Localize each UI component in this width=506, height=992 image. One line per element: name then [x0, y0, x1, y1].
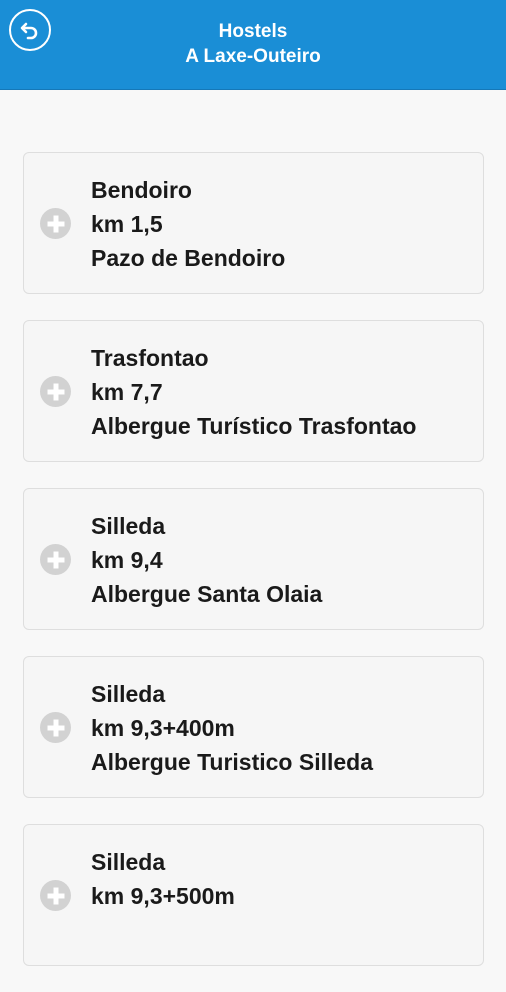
hostel-place: Trasfontao [91, 345, 209, 371]
hostel-name: Albergue Turistico Silleda [91, 749, 374, 775]
hostel-place: Silleda [91, 849, 166, 875]
hostel-km: km 7,7 [91, 379, 163, 405]
hostel-name: Pazo de Bendoiro [91, 245, 286, 271]
expand-plus-icon[interactable] [40, 712, 71, 743]
hostel-km: km 9,3+500m [91, 883, 235, 909]
hostel-card[interactable]: Silleda km 9,3+500m [23, 824, 484, 966]
back-arrow-icon [20, 22, 38, 40]
hostel-card[interactable]: Bendoiro km 1,5 Pazo de Bendoiro [23, 152, 484, 294]
hostel-place: Silleda [91, 681, 166, 707]
hostel-place: Silleda [91, 513, 166, 539]
hostel-list: Bendoiro km 1,5 Pazo de Bendoiro Trasfon… [23, 152, 484, 992]
back-button[interactable] [9, 9, 51, 51]
page-title: Hostels A Laxe-Outeiro [60, 19, 446, 69]
app-header: Hostels A Laxe-Outeiro [0, 0, 506, 90]
hostel-card[interactable]: Silleda km 9,4 Albergue Santa Olaia [23, 488, 484, 630]
hostel-name: Albergue Santa Olaia [91, 581, 323, 607]
hostel-place: Bendoiro [91, 177, 192, 203]
hostel-km: km 1,5 [91, 211, 163, 237]
expand-plus-icon[interactable] [40, 880, 71, 911]
expand-plus-icon[interactable] [40, 544, 71, 575]
hostel-card[interactable]: Trasfontao km 7,7 Albergue Turístico Tra… [23, 320, 484, 462]
title-line-1: Hostels [218, 21, 288, 42]
title-line-2: A Laxe-Outeiro [185, 46, 321, 67]
hostel-km: km 9,4 [91, 547, 163, 573]
expand-plus-icon[interactable] [40, 376, 71, 407]
expand-plus-icon[interactable] [40, 208, 71, 239]
hostel-km: km 9,3+400m [91, 715, 235, 741]
hostel-name: Albergue Turístico Trasfontao [91, 413, 417, 439]
hostel-card[interactable]: Silleda km 9,3+400m Albergue Turistico S… [23, 656, 484, 798]
